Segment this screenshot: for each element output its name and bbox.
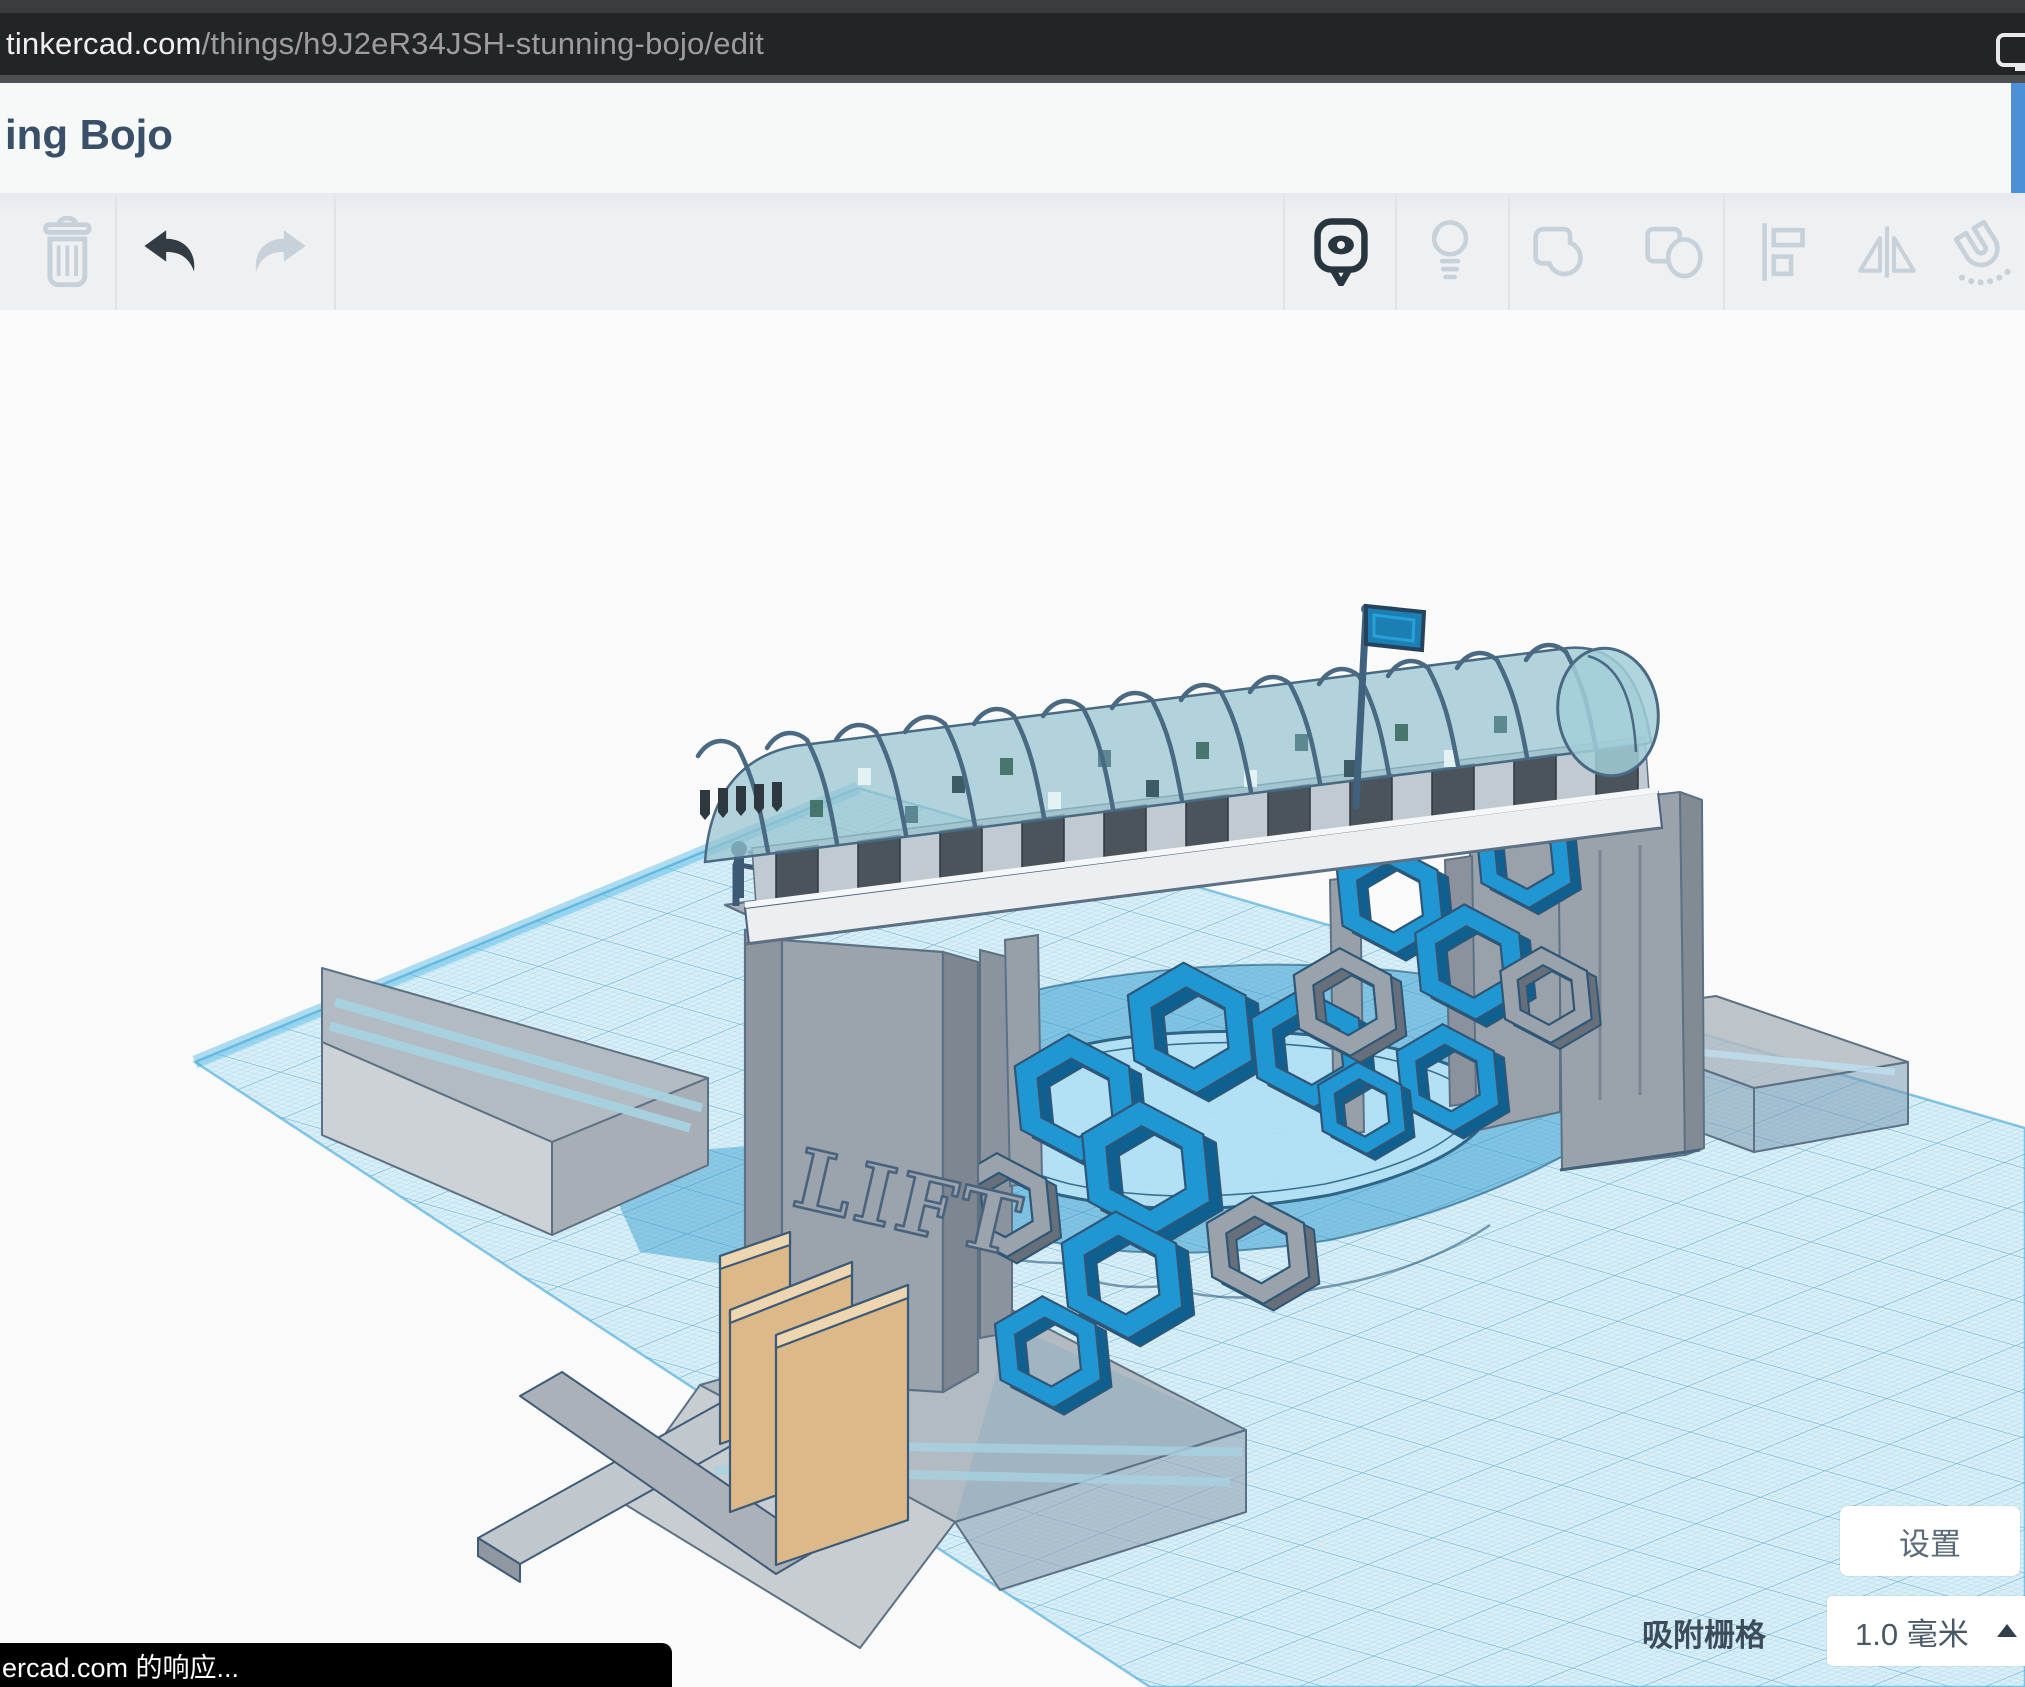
settings-button[interactable]: 设置 — [1840, 1506, 2020, 1576]
browser-status-toast: ercad.com 的响应... — [0, 1643, 672, 1687]
viewport-3d-canvas[interactable]: LIFT — [0, 310, 2025, 1687]
dropdown-arrow-icon — [1997, 1624, 2017, 1637]
snap-grid-label: 吸附栅格 — [1642, 1610, 1766, 1655]
scene-svg: LIFT — [0, 0, 2025, 1687]
status-text: ercad.com 的响应... — [2, 1646, 239, 1685]
snap-grid-dropdown[interactable]: 1.0 毫米 — [1827, 1596, 2025, 1666]
snap-grid-value: 1.0 毫米 — [1855, 1609, 1969, 1654]
settings-label: 设置 — [1899, 1519, 1961, 1564]
